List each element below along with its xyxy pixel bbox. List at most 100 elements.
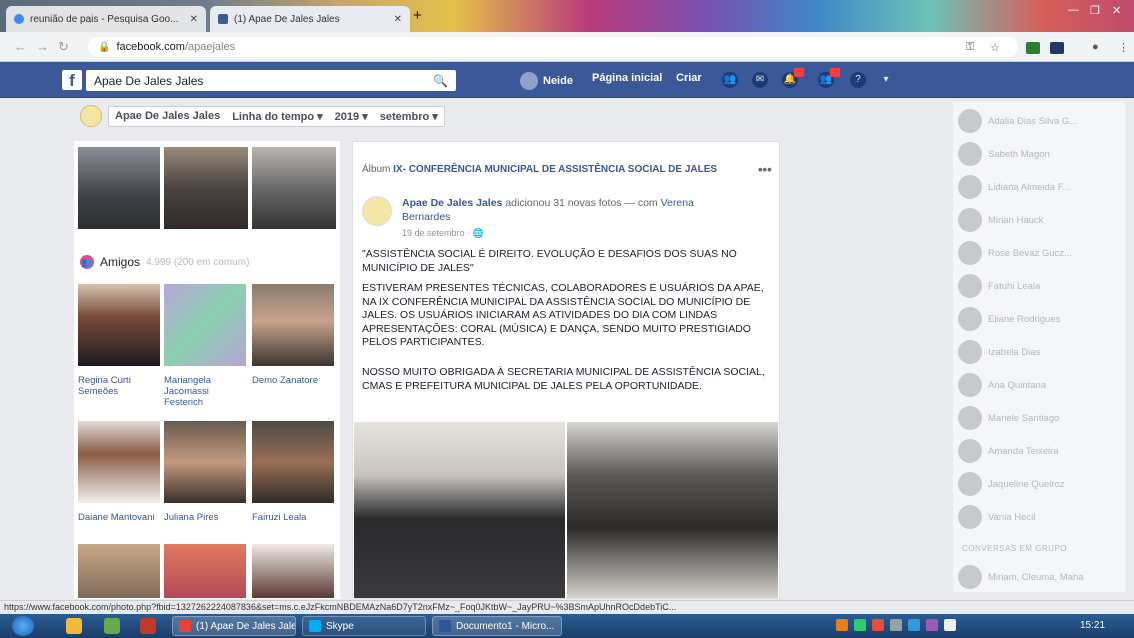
friend-photo[interactable]: [78, 544, 160, 598]
photo-thumbnail[interactable]: [78, 147, 160, 229]
tray-icon[interactable]: [908, 619, 920, 631]
timeline-link[interactable]: Linha do tempo ▾: [232, 110, 322, 123]
url-path: /apaejales: [184, 41, 236, 53]
browser-tab-strip: reunião de pais - Pesquisa Goo... ✕ (1) …: [0, 0, 1134, 32]
minimize-icon[interactable]: —: [1068, 4, 1079, 16]
chat-contact[interactable]: Izabela Dias: [958, 339, 1084, 365]
album-title[interactable]: Álbum IX- CONFERÊNCIA MUNICIPAL DE ASSIS…: [362, 164, 717, 175]
chrome-icon: [179, 620, 191, 632]
month-select[interactable]: setembro ▾: [380, 110, 438, 123]
chat-contact[interactable]: Jaqueline Queiroz: [958, 471, 1084, 497]
folder-icon[interactable]: [66, 618, 82, 634]
close-window-icon[interactable]: ✕: [1112, 4, 1121, 17]
close-icon[interactable]: ✕: [394, 14, 402, 25]
volume-icon[interactable]: [944, 619, 956, 631]
friend-name[interactable]: Fairuzi Leala: [252, 512, 334, 523]
reload-icon[interactable]: ↻: [58, 39, 69, 55]
chat-contact[interactable]: Amanda Teixeira: [958, 438, 1084, 464]
post-action: adicionou 31 novas fotos — com: [505, 197, 658, 209]
tray-icon[interactable]: [836, 619, 848, 631]
tray-icon[interactable]: [854, 619, 866, 631]
url-input[interactable]: 🔒 facebook.com/apaejales: [88, 37, 1018, 57]
year-select[interactable]: 2019 ▾: [335, 110, 368, 123]
user-name: Neide: [543, 75, 573, 87]
friend-requests-icon[interactable]: 👥: [722, 72, 738, 88]
friend-photo[interactable]: [78, 284, 160, 366]
friends-title[interactable]: Amigos: [100, 255, 140, 269]
taskbar-item-skype[interactable]: Skype: [302, 616, 426, 636]
tray-icon[interactable]: [926, 619, 938, 631]
clock[interactable]: 15:21: [1080, 620, 1105, 631]
post-date[interactable]: 19 de setembro · 🌐: [402, 228, 484, 239]
start-button[interactable]: [12, 616, 34, 636]
group-chats-heading: CONVERSAS EM GRUPO: [962, 544, 1068, 553]
friend-photo[interactable]: [78, 421, 160, 503]
photo-thumbnail[interactable]: [164, 147, 248, 229]
back-icon[interactable]: ←: [14, 39, 27, 54]
tray-icon[interactable]: [890, 619, 902, 631]
search-input[interactable]: Apae De Jales Jales 🔍: [86, 70, 456, 91]
taskbar-item-chrome[interactable]: (1) Apae De Jales Jale...: [172, 616, 296, 636]
star-icon[interactable]: ☆: [990, 41, 1000, 54]
tray-icon[interactable]: [872, 619, 884, 631]
post-author[interactable]: Apae De Jales Jales: [402, 197, 502, 209]
chat-contact[interactable]: Vania Hecil: [958, 504, 1084, 530]
tab-facebook[interactable]: (1) Apae De Jales Jales ✕: [210, 6, 410, 32]
friend-name[interactable]: Regina Curti Semeões: [78, 375, 160, 397]
taskbar: (1) Apae De Jales Jale... Skype Document…: [0, 614, 1134, 638]
chat-group[interactable]: Miriam, Cleuma, Mahala e...: [958, 564, 1084, 590]
friend-photo[interactable]: [164, 544, 246, 598]
timeline-breadcrumb[interactable]: Apae De Jales Jales Linha do tempo ▾ 201…: [108, 105, 445, 127]
status-bar-url: https://www.facebook.com/photo.php?fbid=…: [0, 600, 1134, 614]
photo-thumbnail[interactable]: [252, 147, 336, 229]
post-photo[interactable]: [567, 422, 778, 598]
app-icon[interactable]: [104, 618, 120, 634]
avatar[interactable]: [362, 196, 392, 226]
profile-link[interactable]: Neide: [520, 72, 573, 90]
profile-icon[interactable]: ●: [1092, 41, 1099, 53]
new-tab-button[interactable]: +: [413, 7, 422, 24]
home-label: Página inicial: [592, 72, 663, 84]
tab-search[interactable]: reunião de pais - Pesquisa Goo... ✕: [6, 6, 206, 32]
avatar: [958, 472, 982, 496]
create-link[interactable]: Criar: [676, 72, 702, 84]
maximize-icon[interactable]: ❐: [1090, 4, 1100, 17]
app-icon[interactable]: [140, 618, 156, 634]
facebook-logo-icon[interactable]: f: [62, 70, 82, 90]
chat-contact[interactable]: Lidiana Almeida F...: [958, 174, 1084, 200]
chat-contact[interactable]: Ana Quintana: [958, 372, 1084, 398]
friend-photo[interactable]: [164, 421, 246, 503]
friend-name[interactable]: Daiane Mantovani: [78, 512, 160, 523]
help-icon[interactable]: ?: [850, 72, 866, 88]
forward-icon[interactable]: →: [36, 39, 49, 54]
friend-name[interactable]: Juliana Pires: [164, 512, 246, 523]
home-link[interactable]: Página inicial: [592, 72, 662, 84]
chat-contact[interactable]: Rose Bevaz Gucz...: [958, 240, 1084, 266]
taskbar-item-word[interactable]: Documento1 - Micro...: [432, 616, 562, 636]
chat-contact[interactable]: Fatuhi Leala: [958, 273, 1084, 299]
chat-contact[interactable]: Mirian Hauck: [958, 207, 1084, 233]
extension-icon[interactable]: [1050, 42, 1064, 54]
globe-icon: 🌐: [472, 228, 484, 238]
extension-icon[interactable]: [1026, 42, 1040, 54]
friends-icon: 👥: [80, 255, 94, 269]
friend-photo[interactable]: [252, 421, 334, 503]
friend-photo[interactable]: [252, 544, 334, 598]
chat-contact[interactable]: Eliane Rodrigues: [958, 306, 1084, 332]
page-name[interactable]: Apae De Jales Jales: [115, 110, 220, 123]
friend-name[interactable]: Mariangela Jacomassi Festerich: [164, 375, 246, 408]
more-options-icon[interactable]: •••: [758, 162, 772, 177]
chat-contact[interactable]: Mariele Santiago: [958, 405, 1084, 431]
chat-contact[interactable]: Adalia Dias Silva G...: [958, 108, 1084, 134]
friend-photo[interactable]: [252, 284, 334, 366]
search-icon[interactable]: 🔍: [433, 74, 448, 88]
account-menu-icon[interactable]: ▾: [878, 72, 894, 88]
key-icon[interactable]: ⚿: [966, 41, 974, 54]
friend-photo[interactable]: [164, 284, 246, 366]
menu-icon[interactable]: ⋮: [1118, 41, 1129, 54]
post-photo[interactable]: [354, 422, 565, 598]
chat-contact[interactable]: Sabeth Magon: [958, 141, 1084, 167]
friend-name[interactable]: Demo Zanatore: [252, 375, 334, 386]
close-icon[interactable]: ✕: [190, 14, 198, 25]
messenger-icon[interactable]: ✉: [752, 72, 768, 88]
